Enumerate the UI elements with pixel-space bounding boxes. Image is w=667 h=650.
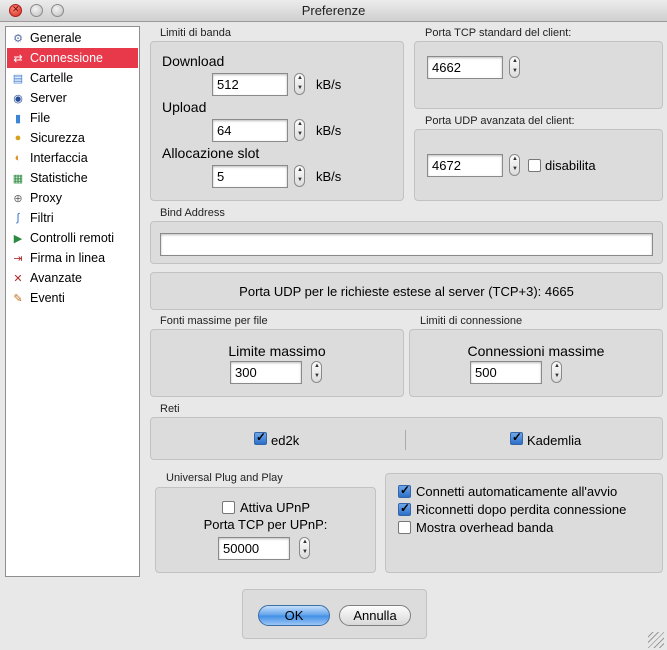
udp-port-field[interactable]: 4672 xyxy=(427,154,503,177)
networks-group xyxy=(150,417,663,460)
lock-icon: ● xyxy=(14,132,22,144)
kademlia-checkbox[interactable] xyxy=(510,430,523,445)
tcp-port-field[interactable]: 4662 xyxy=(427,56,503,79)
reconnect-checkbox[interactable] xyxy=(398,501,411,516)
cancel-button[interactable]: Annulla xyxy=(339,605,411,626)
sidebar-item-file[interactable]: ▮ File xyxy=(7,108,138,128)
server-icon: ◉ xyxy=(13,92,23,105)
bind-address-input[interactable] xyxy=(160,233,653,256)
sidebar-item-label: Firma in linea xyxy=(30,251,106,265)
sidebar-item-label: Server xyxy=(30,91,67,105)
max-sources-stepper[interactable] xyxy=(311,361,322,383)
palette-icon: ◐ xyxy=(14,152,22,164)
sidebar-item-label: Interfaccia xyxy=(30,151,88,165)
upload-limit-field[interactable]: 64 xyxy=(212,119,288,142)
sidebar-item-label: Filtri xyxy=(30,211,54,225)
slot-allocation-stepper[interactable] xyxy=(294,165,305,187)
tools-icon: ✕ xyxy=(13,272,23,285)
sidebar-item-label: File xyxy=(30,111,51,125)
sidebar: ⚙ Generale ⇄ Connessione ▤ Cartelle ◉ Server ▮ Fi… xyxy=(5,26,140,577)
sidebar-item-label: Cartelle xyxy=(30,71,74,85)
upload-limit-stepper[interactable] xyxy=(294,119,305,141)
title-bar: Preferenze xyxy=(0,0,667,22)
tcp-port-group-title: Porta TCP standard del client: xyxy=(425,27,572,39)
upnp-port-field[interactable]: 50000 xyxy=(218,537,290,560)
udp-port-stepper[interactable] xyxy=(509,154,520,176)
sidebar-item-statistiche[interactable]: ▦ Statistiche xyxy=(7,168,138,188)
autoconnect-checkbox[interactable] xyxy=(398,483,411,498)
upnp-enable-label: Attiva UPnP xyxy=(240,500,311,515)
udp-disable-checkbox[interactable] xyxy=(528,159,541,172)
upnp-port-stepper[interactable] xyxy=(299,537,310,559)
sidebar-item-filtri[interactable]: ∫ Filtri xyxy=(7,208,138,228)
sidebar-item-label: Proxy xyxy=(30,191,62,205)
bandwidth-group-title: Limiti di banda xyxy=(160,27,231,39)
tcp-port-stepper[interactable] xyxy=(509,56,520,78)
upnp-enable-checkbox[interactable] xyxy=(222,501,235,514)
bind-address-title: Bind Address xyxy=(160,207,225,219)
sidebar-item-proxy[interactable]: ⊕ Proxy xyxy=(7,188,138,208)
ed2k-checkbox[interactable] xyxy=(254,430,267,445)
sidebar-item-eventi[interactable]: ✎ Eventi xyxy=(7,288,138,308)
sidebar-item-label: Connessione xyxy=(30,51,103,65)
udp-port-group-title: Porta UDP avanzata del client: xyxy=(425,115,575,127)
overhead-checkbox[interactable] xyxy=(398,521,411,534)
sidebar-item-label: Sicurezza xyxy=(30,131,85,145)
connection-icon: ⇄ xyxy=(13,52,23,65)
max-connections-stepper[interactable] xyxy=(551,361,562,383)
proxy-icon: ⊕ xyxy=(13,192,23,205)
upload-unit-label: kB/s xyxy=(316,123,342,138)
download-limit-stepper[interactable] xyxy=(294,73,305,95)
folder-icon: ▤ xyxy=(12,72,24,85)
sidebar-item-avanzate[interactable]: ✕ Avanzate xyxy=(7,268,138,288)
sidebar-item-label: Eventi xyxy=(30,291,65,305)
resize-grip[interactable] xyxy=(648,632,664,648)
stats-icon: ▦ xyxy=(12,172,24,185)
sidebar-item-sicurezza[interactable]: ● Sicurezza xyxy=(7,128,138,148)
max-connections-label: Connessioni massime xyxy=(467,343,605,359)
filter-icon: ∫ xyxy=(16,212,20,224)
networks-group-title: Reti xyxy=(160,403,180,415)
overhead-label: Mostra overhead banda xyxy=(416,520,554,535)
sidebar-item-label: Statistiche xyxy=(30,171,88,185)
udp-info-text: Porta UDP per le richieste estese al ser… xyxy=(239,284,574,299)
signpost-icon: ⇥ xyxy=(13,252,23,265)
sidebar-item-controlli-remoti[interactable]: ▶ Controlli remoti xyxy=(7,228,138,248)
upnp-port-label: Porta TCP per UPnP: xyxy=(203,517,328,532)
udp-disable-label: disabilita xyxy=(545,158,596,173)
max-connections-field[interactable]: 500 xyxy=(470,361,542,384)
sidebar-item-label: Avanzate xyxy=(30,271,82,285)
ok-button[interactable]: OK xyxy=(258,605,330,626)
upnp-group-title: Universal Plug and Play xyxy=(166,472,283,484)
window-title: Preferenze xyxy=(301,3,366,18)
connection-limits-group-title: Limiti di connessione xyxy=(420,315,523,327)
sidebar-item-firma-in-linea[interactable]: ⇥ Firma in linea xyxy=(7,248,138,268)
upload-label: Upload xyxy=(162,99,207,115)
max-sources-field[interactable]: 300 xyxy=(230,361,302,384)
sidebar-item-generale[interactable]: ⚙ Generale xyxy=(7,28,138,48)
sidebar-item-label: Generale xyxy=(30,31,82,45)
sidebar-item-cartelle[interactable]: ▤ Cartelle xyxy=(7,68,138,88)
max-sources-label: Limite massimo xyxy=(228,343,326,359)
autoconnect-label: Connetti automaticamente all'avvio xyxy=(416,484,618,499)
sidebar-item-server[interactable]: ◉ Server xyxy=(7,88,138,108)
download-limit-field[interactable]: 512 xyxy=(212,73,288,96)
file-icon: ▮ xyxy=(14,112,22,125)
remote-icon: ▶ xyxy=(13,232,23,245)
reconnect-label: Riconnetti dopo perdita connessione xyxy=(416,502,627,517)
download-label: Download xyxy=(162,53,225,69)
slot-unit-label: kB/s xyxy=(316,169,342,184)
slot-allocation-label: Allocazione slot xyxy=(162,145,260,161)
events-icon: ✎ xyxy=(13,292,23,305)
gear-icon: ⚙ xyxy=(13,32,23,45)
networks-divider xyxy=(405,430,406,450)
sidebar-item-interfaccia[interactable]: ◐ Interfaccia xyxy=(7,148,138,168)
download-unit-label: kB/s xyxy=(316,77,342,92)
ed2k-label: ed2k xyxy=(271,433,300,448)
sidebar-item-label: Controlli remoti xyxy=(30,231,115,245)
slot-allocation-field[interactable]: 5 xyxy=(212,165,288,188)
sidebar-item-connessione[interactable]: ⇄ Connessione xyxy=(7,48,138,68)
kademlia-label: Kademlia xyxy=(527,433,582,448)
max-sources-group-title: Fonti massime per file xyxy=(160,315,268,327)
